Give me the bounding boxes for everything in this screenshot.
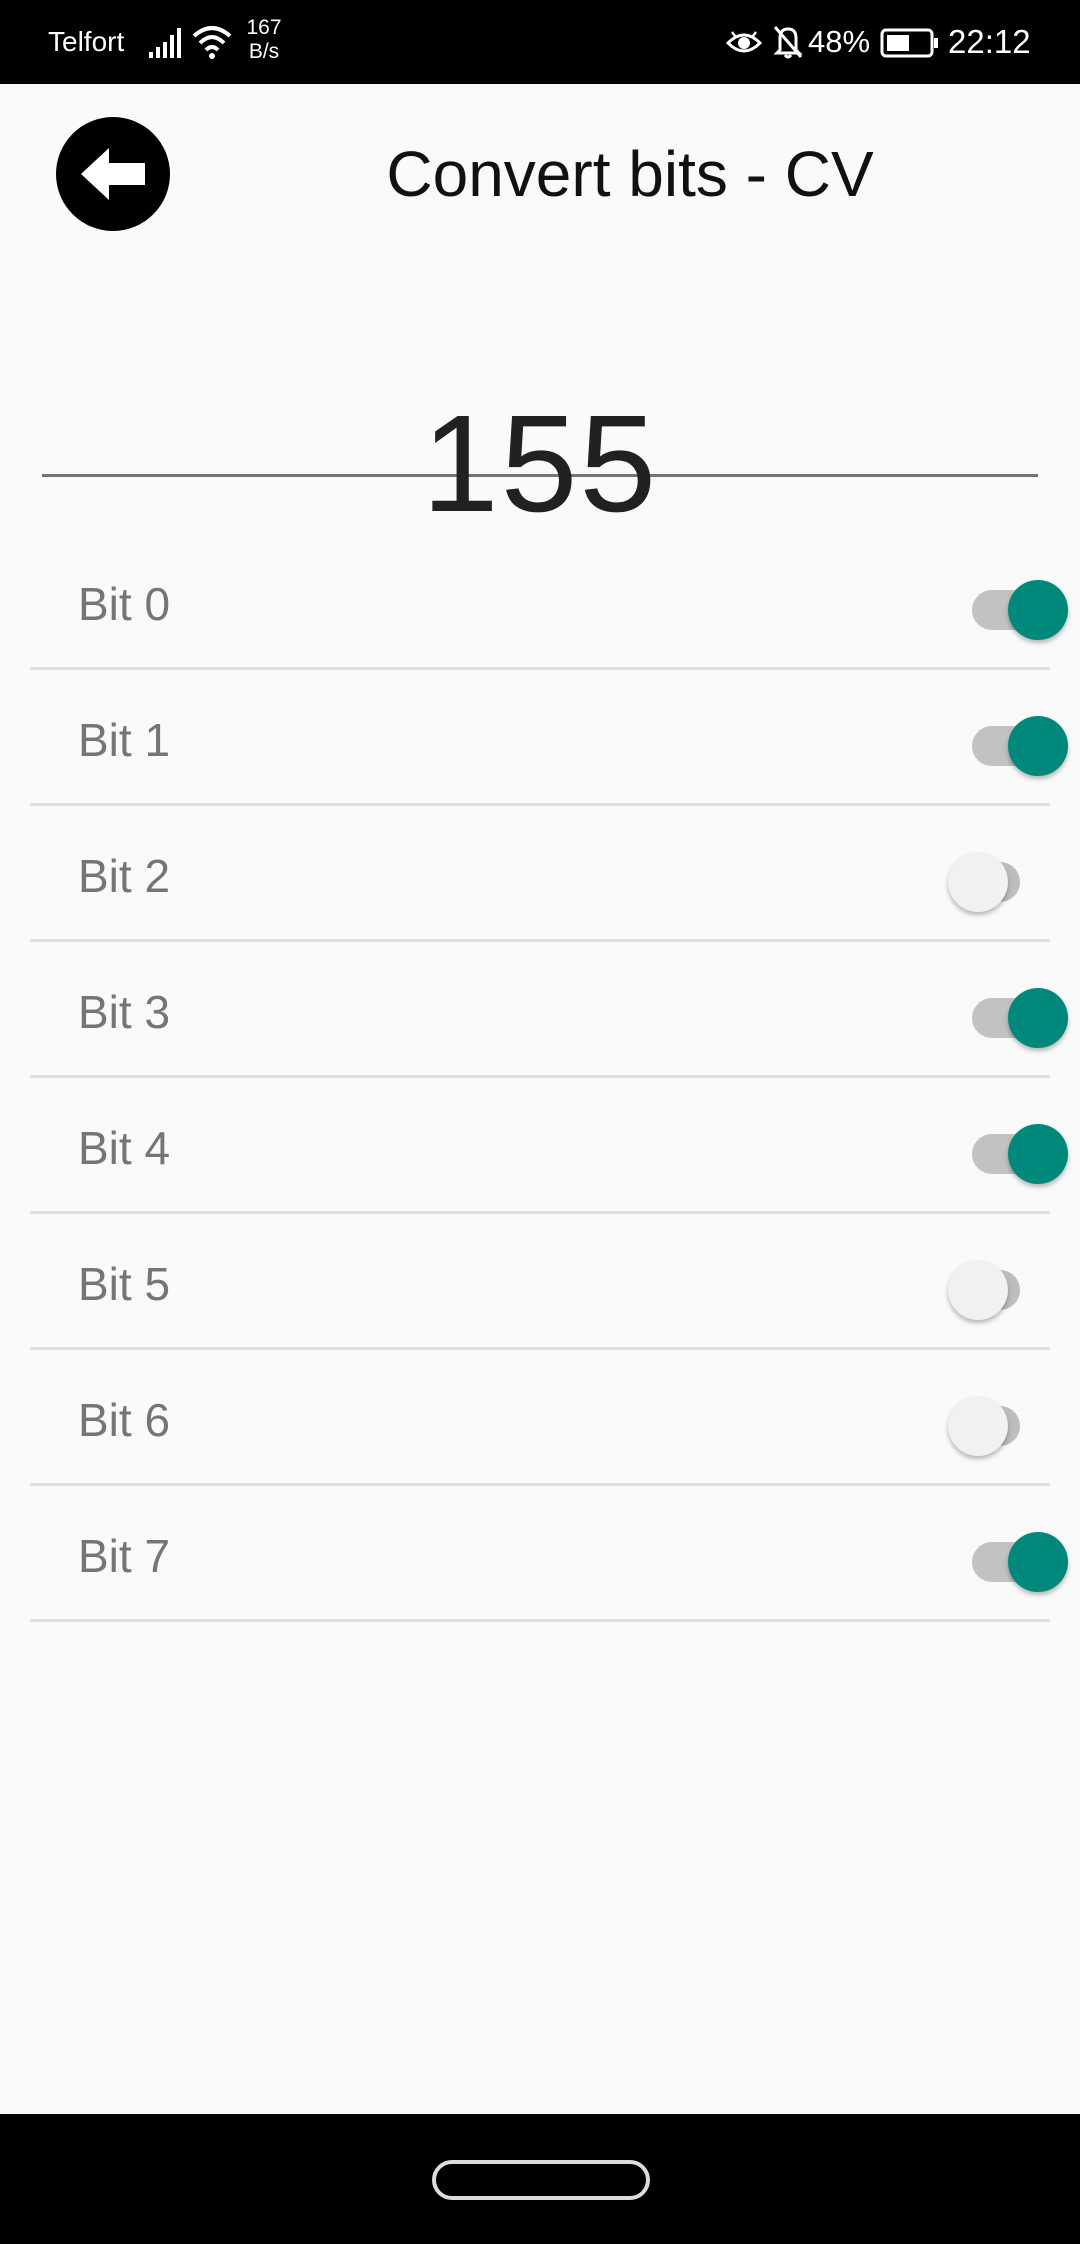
page-title: Convert bits - CV: [386, 138, 874, 210]
bit-row-3[interactable]: Bit 3: [30, 942, 1068, 1078]
bit-row-7[interactable]: Bit 7: [30, 1486, 1068, 1622]
carrier-name: Telfort: [48, 26, 125, 57]
home-pill-icon[interactable]: [432, 2160, 650, 2200]
bit-4-switch[interactable]: [918, 1120, 1068, 1184]
bit-6-switch[interactable]: [918, 1392, 1058, 1456]
bit-row-0[interactable]: Bit 0: [30, 534, 1068, 670]
cv-value-input[interactable]: 155: [42, 382, 1038, 546]
status-bar: Telfort 167 B/s 48% 22:12: [0, 0, 1080, 84]
switch-thumb: [1008, 1532, 1068, 1592]
bit-label: Bit 5: [78, 1258, 171, 1310]
bit-2-switch[interactable]: [918, 848, 1058, 912]
switch-thumb: [948, 852, 1008, 912]
bit-label: Bit 7: [78, 1530, 171, 1582]
bit-label: Bit 6: [78, 1394, 171, 1446]
battery-percentage: 48%: [808, 24, 871, 59]
switch-thumb: [1008, 988, 1068, 1048]
bit-row-1[interactable]: Bit 1: [30, 670, 1068, 806]
bit-list: Bit 0 Bit 1 Bit 2 Bit 3 Bit 4 Bit 5 Bit …: [30, 534, 1068, 1622]
bit-5-switch[interactable]: [918, 1256, 1058, 1320]
bit-row-4[interactable]: Bit 4: [30, 1078, 1068, 1214]
network-speed-value: 167: [246, 16, 282, 39]
bit-3-switch[interactable]: [918, 984, 1068, 1048]
bit-row-6[interactable]: Bit 6: [30, 1350, 1050, 1486]
bit-1-switch[interactable]: [918, 712, 1068, 776]
bell-off-icon: [773, 26, 803, 59]
switch-thumb: [1008, 716, 1068, 776]
clock: 22:12: [948, 23, 1031, 60]
bit-row-5[interactable]: Bit 5: [30, 1214, 1050, 1350]
switch-thumb: [948, 1396, 1008, 1456]
bit-label: Bit 2: [78, 850, 171, 902]
bit-0-switch[interactable]: [918, 576, 1068, 640]
bit-label: Bit 3: [78, 986, 171, 1038]
network-speed: 167 B/s: [240, 16, 288, 64]
bit-label: Bit 0: [78, 578, 171, 630]
network-speed-unit: B/s: [248, 40, 280, 63]
back-button[interactable]: [56, 117, 170, 231]
eye-icon: [726, 31, 762, 53]
cv-value-field[interactable]: 155: [42, 284, 1038, 541]
app-screen: Convert bits - CV 155 Bit 0 Bit 1 Bit 2: [0, 84, 1080, 2114]
signal-icon: [149, 28, 181, 58]
bit-row-2[interactable]: Bit 2: [30, 806, 1050, 942]
switch-thumb: [1008, 580, 1068, 640]
wifi-icon: [192, 26, 232, 59]
bit-label: Bit 1: [78, 714, 171, 766]
navigation-bar: [0, 2114, 1080, 2244]
arrow-left-icon: [81, 148, 145, 200]
battery-icon: [880, 28, 938, 58]
switch-thumb: [948, 1260, 1008, 1320]
bit-label: Bit 4: [78, 1122, 171, 1174]
bit-7-switch[interactable]: [918, 1528, 1068, 1592]
switch-thumb: [1008, 1124, 1068, 1184]
